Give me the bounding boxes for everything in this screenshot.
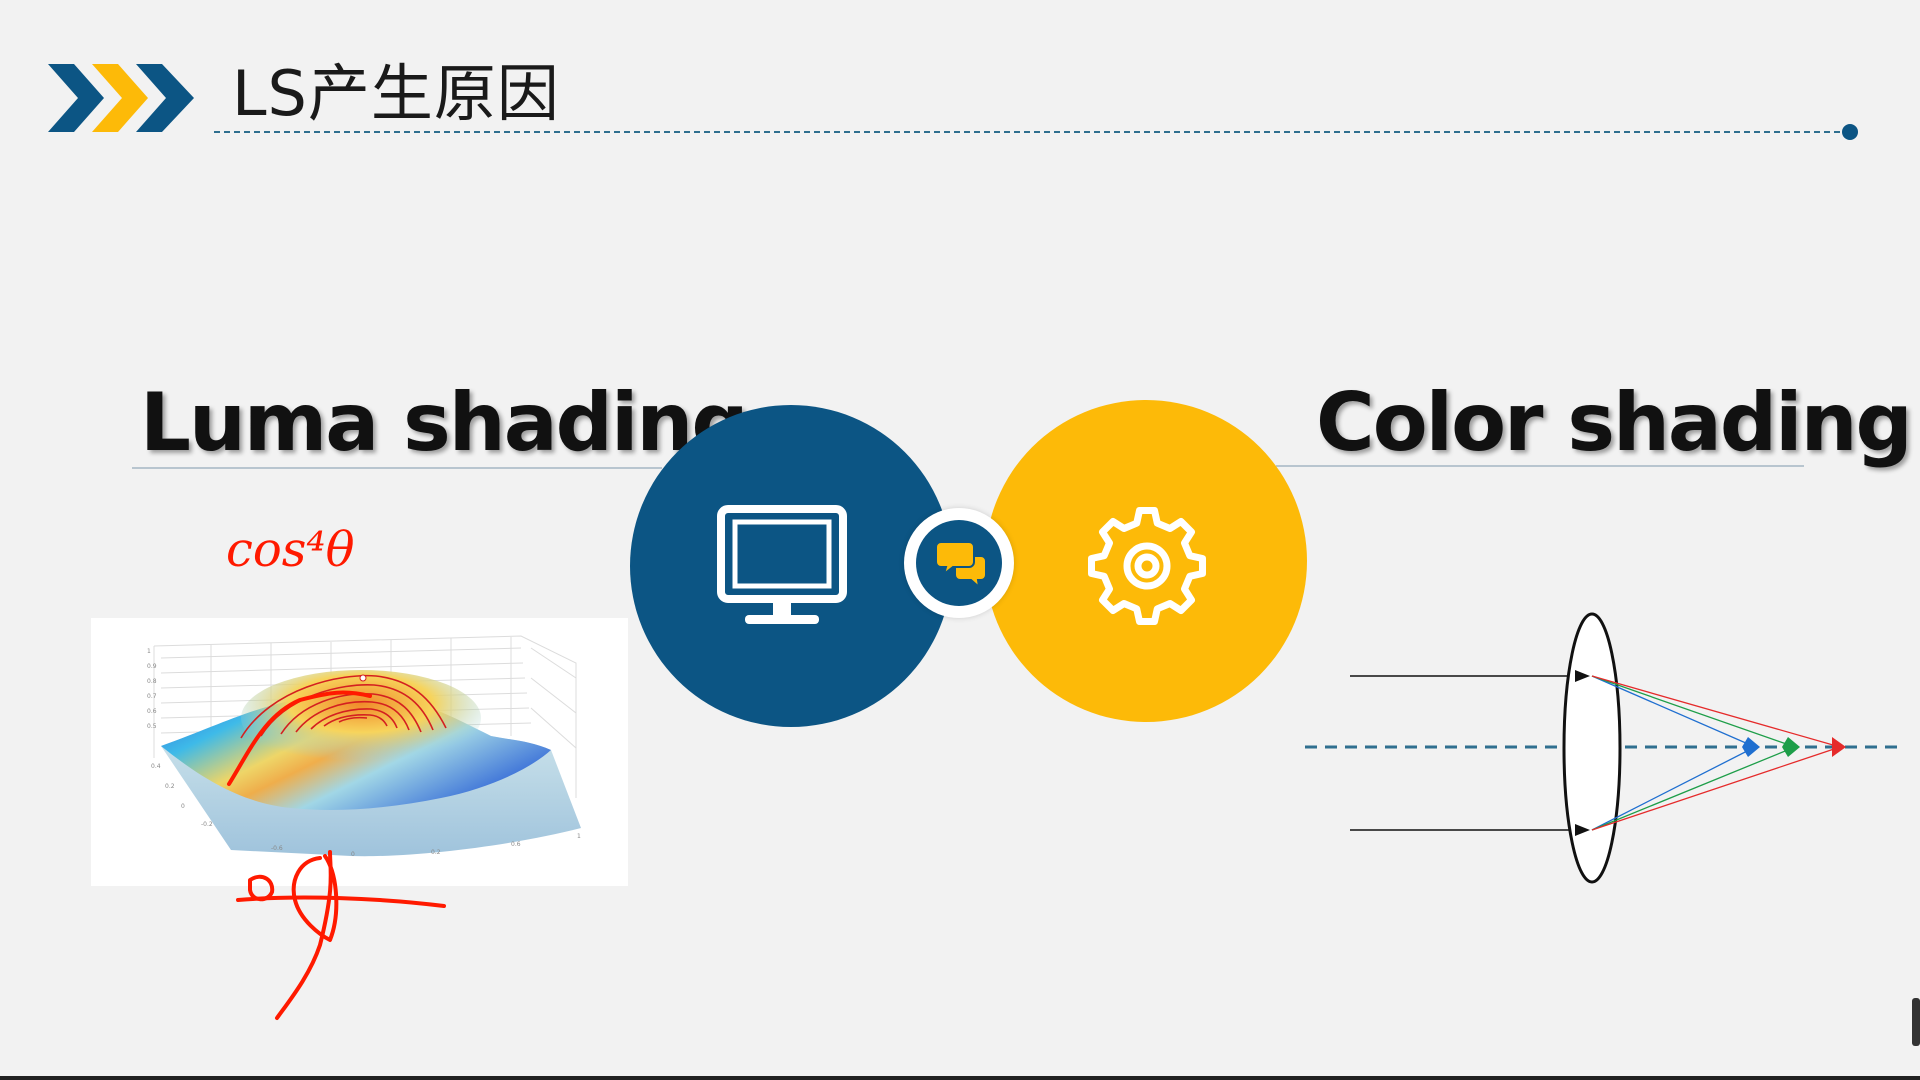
svg-text:-0.2: -0.2 <box>201 821 213 828</box>
svg-text:0.5: 0.5 <box>147 723 157 730</box>
svg-text:-0.6: -0.6 <box>271 845 283 852</box>
scrollbar-handle[interactable] <box>1912 998 1920 1046</box>
svg-text:0.9: 0.9 <box>147 663 157 670</box>
header-divider <box>214 131 1850 133</box>
svg-text:0.8: 0.8 <box>147 678 157 685</box>
color-shading-title: Color shading <box>1316 376 1913 469</box>
lens-chromatic-aberration-diagram <box>1305 612 1900 884</box>
lens <box>1562 612 1622 884</box>
settings-circle <box>985 400 1307 722</box>
svg-text:0.7: 0.7 <box>147 693 157 700</box>
slide-title: LS产生原因 <box>232 57 560 130</box>
chat-circle <box>916 520 1002 606</box>
svg-text:0.6: 0.6 <box>511 841 521 848</box>
svg-text:0.2: 0.2 <box>165 783 175 790</box>
color-shading-underline <box>1276 465 1804 467</box>
header-divider-dot <box>1842 124 1858 140</box>
svg-text:0: 0 <box>181 803 185 810</box>
handwritten-formula: cos⁴θ <box>226 522 355 578</box>
bottom-border <box>0 1076 1920 1080</box>
svg-text:1: 1 <box>147 648 151 655</box>
luma-shading-surface-plot: 1 0.9 0.8 0.7 0.6 0.5 0.4 0.2 0 -0.2 -0.6 0 0.2 0… <box>91 618 628 886</box>
gear-icon <box>1088 507 1206 625</box>
svg-text:1: 1 <box>577 833 581 840</box>
luma-shading-underline <box>132 467 662 469</box>
svg-text:0: 0 <box>351 851 355 858</box>
svg-text:0.2: 0.2 <box>431 849 441 856</box>
ink-stroke-horizontal <box>236 895 446 908</box>
chat-bubbles-icon <box>935 541 987 588</box>
header-chevron-arrows-icon <box>48 64 194 132</box>
monitor-icon <box>717 505 847 624</box>
luma-shading-title: Luma shading <box>140 376 749 469</box>
svg-text:0.4: 0.4 <box>151 763 161 770</box>
svg-text:0.6: 0.6 <box>147 708 157 715</box>
